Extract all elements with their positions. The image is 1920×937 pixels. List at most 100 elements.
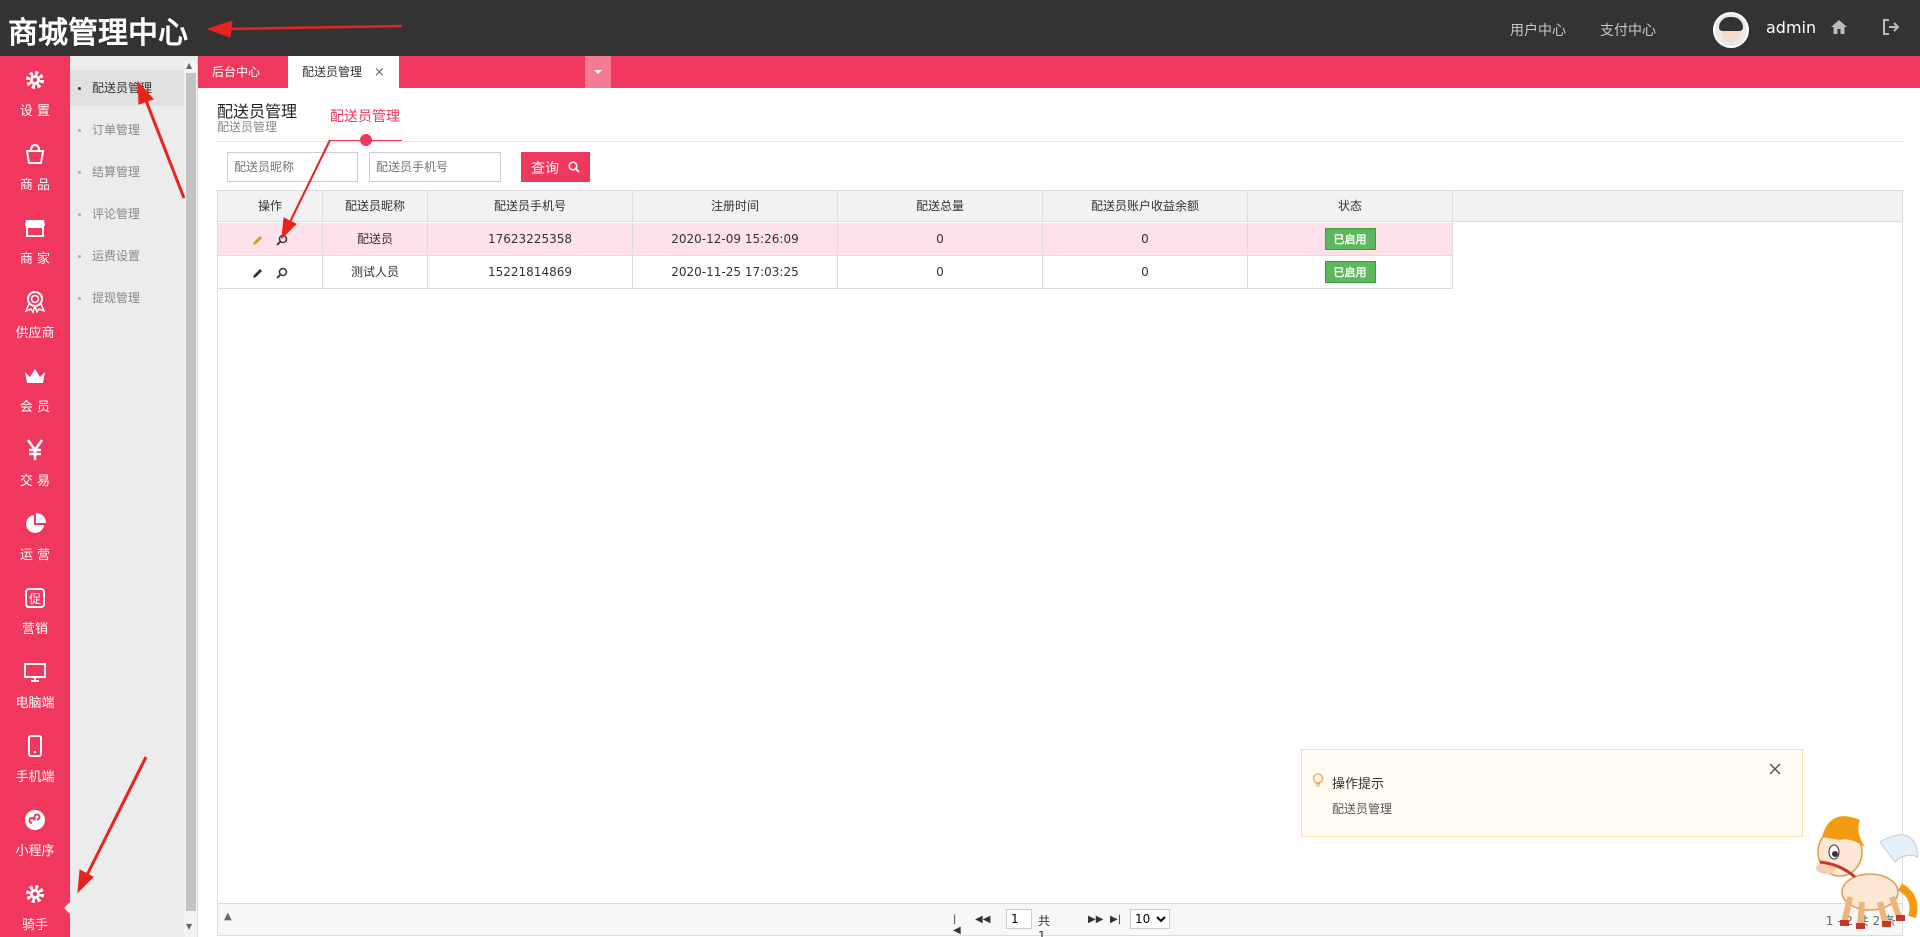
nickname-search-input[interactable]	[227, 152, 358, 182]
tab-dashboard[interactable]: 后台中心	[198, 56, 274, 88]
table-row[interactable]: 配送员 17623225358 2020-12-09 15:26:09 0 0 …	[218, 223, 1453, 256]
mobile-icon	[28, 735, 42, 757]
search-icon	[568, 161, 580, 173]
crown-icon	[25, 369, 45, 383]
close-icon[interactable]: ×	[374, 65, 385, 80]
nav-label: 供应商	[15, 326, 55, 341]
operation-tip-panel: 操作提示 配送员管理	[1301, 749, 1803, 837]
subnav-item-orders[interactable]: 订单管理	[70, 112, 184, 148]
subnav-label: 订单管理	[92, 123, 141, 137]
subnav-item-settlement[interactable]: 结算管理	[70, 154, 184, 190]
nav-label: 商 品	[19, 178, 51, 193]
nav-label: 电脑端	[15, 696, 55, 711]
prev-page-icon[interactable]: ◀◀	[975, 914, 990, 925]
first-page-icon[interactable]: |◀	[953, 914, 961, 936]
view-icon[interactable]	[275, 266, 289, 280]
subnav-label: 评论管理	[92, 207, 141, 221]
total-cell: 0	[838, 256, 1043, 288]
chevron-down-icon	[594, 70, 602, 74]
scrollbar-thumb[interactable]	[186, 73, 196, 911]
nav-item-rider[interactable]: 骑手	[0, 870, 70, 937]
nav-item-goods[interactable]: 商 品	[0, 130, 70, 204]
collapse-icon[interactable]: ▲	[224, 911, 232, 922]
nav-item-pc[interactable]: 电脑端	[0, 648, 70, 722]
nav-item-settings[interactable]: 设 置	[0, 56, 70, 130]
bullet	[78, 297, 81, 300]
page-subtitle: 配送员管理	[217, 120, 278, 134]
status-badge[interactable]: 已启用	[1324, 228, 1376, 250]
avatar[interactable]	[1713, 12, 1749, 48]
total-pages: 共 1 页	[1038, 914, 1051, 937]
subnav-label: 运费设置	[92, 249, 141, 263]
column-header[interactable]: 状态	[1248, 191, 1453, 222]
user-center-link[interactable]: 用户中心	[1510, 20, 1566, 40]
nav-label: 会 员	[19, 400, 51, 415]
next-page-icon[interactable]: ▶▶	[1088, 914, 1103, 925]
nav-item-miniprogram[interactable]: 小程序	[0, 796, 70, 870]
store-icon	[25, 220, 45, 237]
nav-label: 骑手	[21, 918, 48, 933]
tab-label: 后台中心	[212, 65, 261, 79]
nav-item-operation[interactable]: 运 营	[0, 500, 70, 574]
miniprogram-icon	[25, 810, 45, 830]
column-header[interactable]: 配送员手机号	[428, 191, 633, 222]
tab-label: 配送员管理	[302, 65, 363, 79]
subnav-item-courier[interactable]: 配送员管理	[70, 70, 184, 106]
subnav-label: 提现管理	[92, 291, 141, 305]
column-header[interactable]: 注册时间	[633, 191, 838, 222]
yen-icon	[26, 439, 44, 460]
nav-item-merchant[interactable]: 商 家	[0, 204, 70, 278]
column-header[interactable]: 配送总量	[838, 191, 1043, 222]
badge-icon	[24, 291, 46, 314]
bullet	[78, 129, 81, 132]
tip-title: 操作提示	[1332, 777, 1385, 792]
view-icon[interactable]	[275, 233, 289, 247]
subnav-item-withdraw[interactable]: 提现管理	[70, 280, 184, 316]
subnav-item-freight[interactable]: 运费设置	[70, 238, 184, 274]
nav-item-mobile[interactable]: 手机端	[0, 722, 70, 796]
nav-label: 设 置	[19, 104, 51, 119]
tab-menu-button[interactable]	[585, 56, 611, 88]
promo-icon: 促	[25, 588, 45, 608]
column-header[interactable]: 配送员昵称	[323, 191, 428, 222]
pay-center-link[interactable]: 支付中心	[1600, 20, 1656, 40]
nav-item-trade[interactable]: 交 易	[0, 426, 70, 500]
nav-item-supplier[interactable]: 供应商	[0, 278, 70, 352]
table-header: 操作 配送员昵称 配送员手机号 注册时间 配送总量 配送员账户收益余额 状态	[218, 191, 1902, 222]
nav-item-member[interactable]: 会 员	[0, 352, 70, 426]
search-button-label: 查询	[531, 161, 559, 177]
column-header[interactable]: 配送员账户收益余额	[1043, 191, 1248, 222]
nav-item-marketing[interactable]: 促 营销	[0, 574, 70, 648]
edit-icon[interactable]	[251, 233, 265, 247]
column-header[interactable]: 操作	[218, 191, 323, 222]
page-size-select[interactable]: 10	[1130, 909, 1170, 929]
home-icon[interactable]	[1830, 18, 1848, 36]
scroll-up-icon[interactable]: ▲	[186, 61, 192, 70]
avatar-hair	[1719, 17, 1743, 31]
status-badge[interactable]: 已启用	[1324, 261, 1376, 283]
username-label[interactable]: admin	[1766, 18, 1816, 37]
nav-label: 小程序	[15, 844, 55, 859]
nav-label: 运 营	[19, 548, 51, 563]
phone-cell: 17623225358	[428, 223, 633, 255]
svg-text:促: 促	[29, 592, 41, 606]
monitor-icon	[24, 663, 46, 682]
bullet	[78, 255, 81, 258]
registered-cell: 2020-12-09 15:26:09	[633, 223, 838, 255]
page-number-input[interactable]	[1006, 909, 1032, 929]
phone-search-input[interactable]	[369, 152, 501, 182]
pie-chart-icon	[26, 513, 46, 533]
tab-courier-management[interactable]: 配送员管理 ×	[288, 56, 399, 88]
subnav-item-comments[interactable]: 评论管理	[70, 196, 184, 232]
nickname-cell: 配送员	[323, 223, 428, 255]
logout-icon[interactable]	[1882, 18, 1900, 36]
last-page-icon[interactable]: ▶|	[1110, 914, 1121, 925]
annotation-dot	[360, 134, 372, 146]
phone-cell: 15221814869	[428, 256, 633, 288]
subnav-label: 结算管理	[92, 165, 141, 179]
edit-icon[interactable]	[251, 266, 265, 280]
scroll-down-icon[interactable]: ▼	[186, 922, 192, 931]
table-row[interactable]: 测试人员 15221814869 2020-11-25 17:03:25 0 0…	[218, 256, 1453, 289]
search-button[interactable]: 查询	[521, 152, 590, 182]
close-icon[interactable]	[1768, 762, 1782, 776]
